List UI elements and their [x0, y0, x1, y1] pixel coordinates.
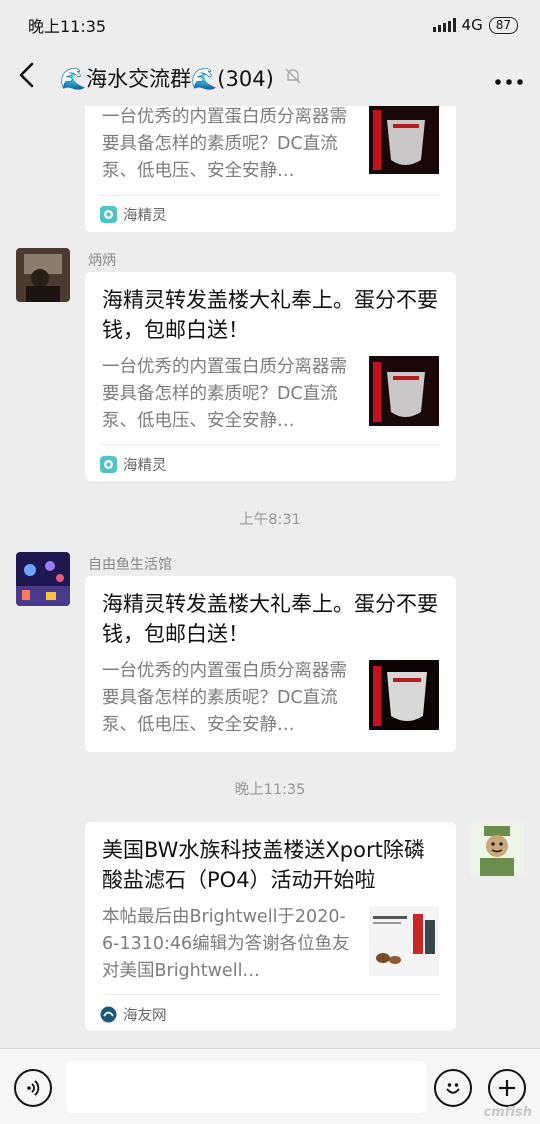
link-card-source-label: 海精灵 — [123, 208, 167, 224]
link-card-title: 海精灵转发盖楼大礼奉上。蛋分不要钱，包邮白送！ — [102, 592, 438, 646]
status-icons: 4G 87 — [432, 16, 518, 34]
more-options-icon[interactable] — [494, 64, 524, 92]
link-card-description: 一台优秀的内置蛋白质分离器需要具备怎样的素质呢？DC直流泵、低电压、安全安静… — [102, 357, 347, 431]
link-card-description: 本帖最后由Brightwell于2020-6-1310:46编辑为答谢各位鱼友对… — [102, 907, 350, 981]
sender-name: 炳炳 — [88, 253, 116, 269]
haiyouwang-site-icon — [100, 1006, 117, 1023]
voice-input-button[interactable] — [14, 1069, 52, 1107]
time-separator: 晚上11:35 — [234, 782, 306, 798]
message-input[interactable] — [66, 1061, 426, 1113]
time-separator: 上午8:31 — [239, 512, 301, 528]
link-card-divider — [100, 195, 441, 196]
link-card[interactable]: 美国BW水族科技盖楼送Xport除磷酸盐滤石（PO4）活动开始啦 本帖最后由Br… — [85, 822, 456, 1031]
haijingling-app-icon — [100, 456, 117, 473]
link-card-source: 海友网 — [100, 1004, 167, 1025]
link-card-divider — [100, 994, 441, 995]
link-card[interactable]: 一台优秀的内置蛋白质分离器需要具备怎样的素质呢？DC直流泵、低电压、安全安静… … — [85, 106, 456, 232]
link-card-thumbnail — [369, 106, 439, 174]
status-bar: 晚上11:35 4G 87 — [0, 0, 540, 50]
more-functions-button[interactable] — [488, 1069, 526, 1107]
chat-title: 🌊海水交流群🌊(304) — [60, 67, 274, 91]
link-card-thumbnail — [369, 356, 439, 426]
link-card-description: 一台优秀的内置蛋白质分离器需要具备怎样的素质呢？DC直流泵、低电压、安全安静… — [102, 107, 347, 181]
link-card-thumbnail — [369, 906, 439, 976]
link-card-divider — [100, 444, 441, 445]
watermark: cmfish — [483, 1105, 532, 1120]
link-card-description: 一台优秀的内置蛋白质分离器需要具备怎样的素质呢？DC直流泵、低电压、安全安静… — [102, 661, 347, 735]
avatar[interactable] — [16, 552, 70, 606]
link-card-source-label: 海友网 — [123, 1008, 167, 1024]
link-card-source: 海精灵 — [100, 454, 167, 475]
sender-name: 自由鱼生活馆 — [88, 557, 172, 573]
signal-icon — [432, 18, 456, 32]
emoji-button[interactable] — [434, 1069, 472, 1107]
haijingling-app-icon — [100, 206, 117, 223]
back-arrow-icon[interactable] — [16, 60, 50, 96]
avatar[interactable] — [16, 248, 70, 302]
link-card-thumbnail — [369, 660, 439, 730]
chat-header: 🌊海水交流群🌊(304) — [0, 50, 540, 106]
status-time: 晚上11:35 — [28, 17, 107, 36]
link-card-title: 海精灵转发盖楼大礼奉上。蛋分不要钱，包邮白送！ — [102, 288, 438, 342]
link-card-source-label: 海精灵 — [123, 458, 167, 474]
mute-bell-icon — [284, 67, 302, 89]
my-avatar[interactable] — [470, 822, 524, 876]
network-label: 4G — [461, 16, 483, 34]
battery-icon: 87 — [488, 16, 518, 34]
link-card-source: 海精灵 — [100, 204, 167, 225]
input-bar: cmfish — [0, 1048, 540, 1124]
link-card-title: 美国BW水族科技盖楼送Xport除磷酸盐滤石（PO4）活动开始啦 — [102, 838, 425, 892]
link-card[interactable]: 海精灵转发盖楼大礼奉上。蛋分不要钱，包邮白送！ 一台优秀的内置蛋白质分离器需要具… — [85, 272, 456, 481]
link-card[interactable]: 海精灵转发盖楼大礼奉上。蛋分不要钱，包邮白送！ 一台优秀的内置蛋白质分离器需要具… — [85, 576, 456, 752]
chat-message-list[interactable]: 一台优秀的内置蛋白质分离器需要具备怎样的素质呢？DC直流泵、低电压、安全安静… … — [0, 106, 540, 1048]
